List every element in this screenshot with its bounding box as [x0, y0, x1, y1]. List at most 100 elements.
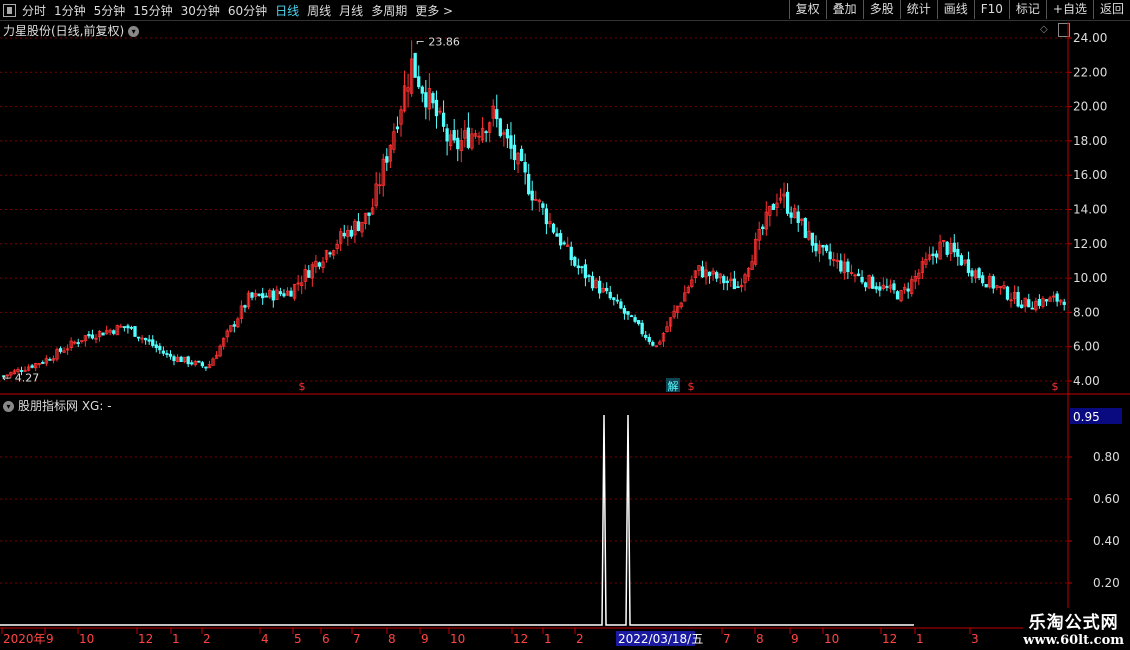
- candle-body: [981, 275, 985, 284]
- candle-body: [1037, 298, 1042, 306]
- candle-body: [317, 262, 322, 267]
- candle-body: [523, 162, 527, 173]
- candle-body: [828, 251, 832, 260]
- candle-body: [1044, 299, 1049, 302]
- candle-body: [250, 292, 254, 298]
- indicator-tick-label: 0.80: [1093, 450, 1120, 464]
- candle-body: [544, 208, 549, 225]
- candle-body: [172, 356, 176, 362]
- price-tick-label: 22.00: [1073, 65, 1107, 79]
- candle-body: [863, 282, 868, 288]
- date-label: 6: [322, 632, 330, 646]
- candle-body: [243, 305, 247, 308]
- candle-body: [587, 275, 591, 278]
- event-marker: $: [299, 380, 306, 393]
- date-label: 12: [138, 632, 153, 646]
- candle-body: [771, 203, 776, 211]
- current-value-label: 0.95: [1073, 410, 1100, 424]
- xg-signal-line: [0, 414, 914, 626]
- candle-body: [58, 348, 63, 352]
- candle-body: [871, 276, 875, 289]
- candle-body: [168, 353, 173, 357]
- candle-body: [48, 358, 52, 361]
- candle-body: [803, 217, 807, 238]
- candle-body: [569, 246, 573, 261]
- candle-body: [41, 362, 45, 364]
- candle-body: [190, 362, 194, 365]
- candle-body: [143, 337, 148, 341]
- candle-body: [622, 308, 627, 314]
- candle-body: [30, 365, 34, 368]
- candle-body: [626, 311, 630, 315]
- event-marker: 解: [668, 379, 679, 393]
- candle-body: [558, 233, 563, 246]
- candle-body: [530, 190, 534, 201]
- candle-body: [420, 86, 424, 94]
- candle-body: [101, 332, 105, 336]
- candle-body: [732, 278, 737, 290]
- candle-body: [278, 291, 283, 295]
- candle-body: [342, 232, 346, 237]
- cursor-date-label: 2022/03/18/五: [618, 632, 703, 646]
- candle-body: [289, 290, 293, 297]
- candle-body: [580, 266, 584, 269]
- date-label: 9: [421, 632, 429, 646]
- low-label: ← 4.27: [2, 371, 39, 384]
- candle-body: [509, 135, 513, 149]
- candle-body: [824, 245, 829, 251]
- candle-body: [576, 265, 580, 269]
- candle-body: [1055, 293, 1059, 302]
- candle-body: [126, 325, 130, 329]
- candle-body: [367, 212, 371, 216]
- candle-body: [413, 52, 417, 78]
- indicator-tick-label: 0.40: [1093, 534, 1120, 548]
- candle-body: [512, 144, 517, 161]
- candle-body: [874, 286, 878, 290]
- candle-body: [417, 76, 421, 88]
- candle-body: [878, 286, 882, 291]
- indicator-tick-label: 0.60: [1093, 492, 1120, 506]
- candle-body: [583, 264, 588, 279]
- candle-body: [629, 315, 634, 318]
- candle-body: [633, 317, 637, 322]
- candle-body: [257, 293, 261, 296]
- candle-body: [349, 229, 353, 237]
- candle-body: [158, 345, 162, 351]
- date-label: 12: [513, 632, 528, 646]
- candle-body: [328, 252, 332, 255]
- candle-body: [282, 293, 286, 297]
- candle-body: [154, 344, 158, 349]
- candle-body: [722, 276, 726, 284]
- date-label: 8: [388, 632, 396, 646]
- kline-chart[interactable]: 24.0022.0020.0018.0016.0014.0012.0010.00…: [0, 0, 1130, 650]
- candle-body: [892, 283, 896, 291]
- candle-body: [991, 276, 995, 289]
- candle-body: [151, 339, 155, 346]
- candle-body: [984, 284, 988, 288]
- candle-body: [452, 130, 456, 141]
- candle-body: [970, 270, 974, 277]
- date-label: 5: [294, 632, 302, 646]
- candle-body: [562, 242, 566, 245]
- candle-body: [814, 243, 818, 252]
- candle-body: [197, 360, 201, 363]
- candle-body: [495, 109, 499, 120]
- candle-body: [761, 226, 765, 230]
- candle-body: [612, 297, 616, 301]
- candle-body: [1016, 292, 1020, 307]
- candle-body: [232, 324, 236, 327]
- candle-body: [1030, 307, 1034, 310]
- candle-body: [147, 339, 151, 342]
- candle-body: [700, 266, 705, 278]
- candle-body: [90, 334, 95, 339]
- candle-body: [431, 93, 435, 104]
- candle-body: [590, 276, 595, 289]
- candle-body: [264, 295, 268, 298]
- candle-body: [931, 253, 935, 257]
- candle-body: [810, 232, 815, 246]
- candle-body: [619, 301, 623, 309]
- candle-body: [179, 356, 183, 363]
- candle-body: [736, 286, 740, 289]
- candle-body: [385, 156, 389, 163]
- price-tick-label: 18.00: [1073, 134, 1107, 148]
